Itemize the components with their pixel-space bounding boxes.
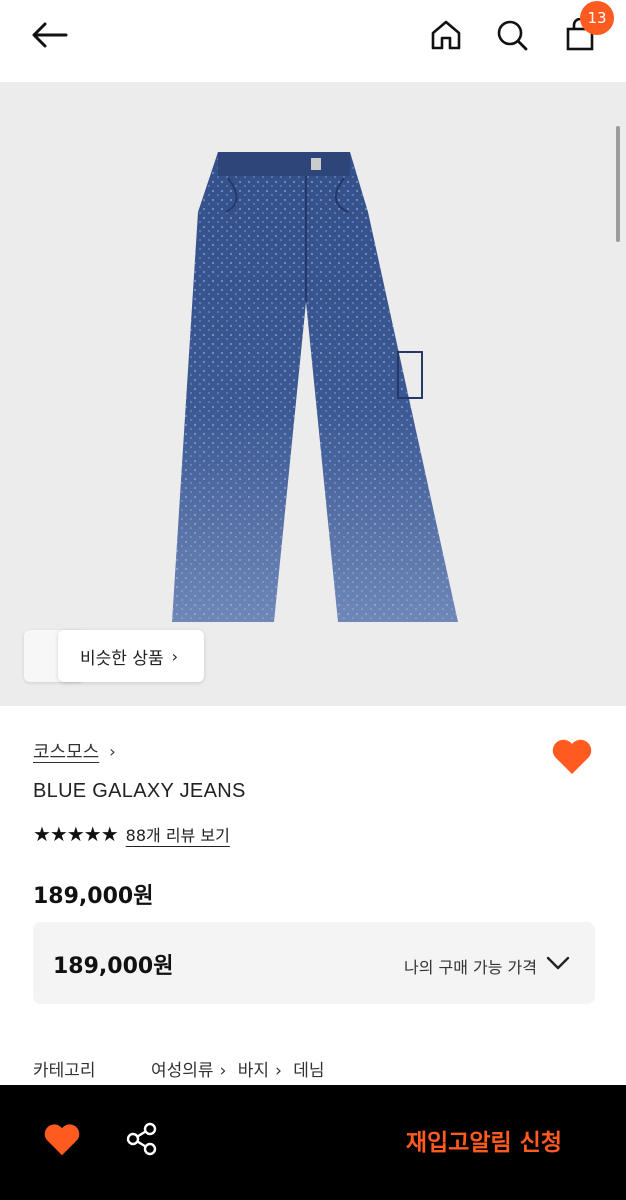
bottom-action-bar: 재입고알림 신청 xyxy=(0,1085,626,1200)
chevron-right-icon: › xyxy=(275,1061,282,1081)
chevron-down-icon[interactable] xyxy=(545,950,571,976)
category-item-pants[interactable]: 바지 xyxy=(238,1061,269,1081)
similar-products-label: 비슷한 상품 xyxy=(80,648,164,669)
home-icon[interactable] xyxy=(424,13,468,57)
rating-row: ★★★★★ 88개 리뷰 보기 xyxy=(33,822,230,846)
my-price-dropdown[interactable]: 189,000원 나의 구매 가능 가격 xyxy=(33,922,595,1004)
wishlist-heart-icon[interactable] xyxy=(42,1121,82,1161)
product-image-jeans xyxy=(172,152,458,622)
chevron-right-icon: › xyxy=(109,741,116,761)
chevron-right-icon: › xyxy=(171,646,179,666)
category-row: 카테고리 여성의류 › 바지 › 데님 xyxy=(33,1056,331,1081)
cart-count-badge: 13 xyxy=(580,1,614,35)
category-breadcrumb: 여성의류 › 바지 › 데님 xyxy=(151,1056,331,1081)
category-label: 카테고리 xyxy=(33,1061,96,1081)
restock-alert-button[interactable]: 재입고알림 신청 xyxy=(406,1123,562,1157)
category-item-womens-clothing[interactable]: 여성의류 xyxy=(151,1061,214,1081)
back-arrow-icon[interactable] xyxy=(28,13,72,57)
gallery-scrollbar[interactable] xyxy=(616,126,620,242)
chevron-right-icon: › xyxy=(219,1061,227,1081)
category-item-denim[interactable]: 데님 xyxy=(293,1061,324,1081)
wishlist-heart-icon[interactable] xyxy=(550,736,594,780)
product-price: 189,000원 xyxy=(33,884,154,909)
shopping-bag-icon[interactable]: 13 xyxy=(558,1,614,57)
my-price-label: 나의 구매 가능 가격 xyxy=(403,958,537,977)
brand-link[interactable]: 코스모스 › xyxy=(33,738,116,764)
product-image-gallery[interactable]: 비슷한 상품 › xyxy=(0,82,626,706)
star-rating-icon: ★★★★★ xyxy=(33,822,119,846)
share-icon[interactable] xyxy=(124,1121,164,1161)
brand-name[interactable]: 코스모스 xyxy=(33,738,99,764)
similar-products-button[interactable]: 비슷한 상품 › xyxy=(58,630,204,682)
top-header: 13 xyxy=(0,0,626,82)
my-price-value: 189,000원 xyxy=(53,954,174,979)
search-icon[interactable] xyxy=(490,13,534,57)
product-title: BLUE GALAXY JEANS xyxy=(33,780,246,802)
review-link[interactable]: 88개 리뷰 보기 xyxy=(126,822,230,846)
